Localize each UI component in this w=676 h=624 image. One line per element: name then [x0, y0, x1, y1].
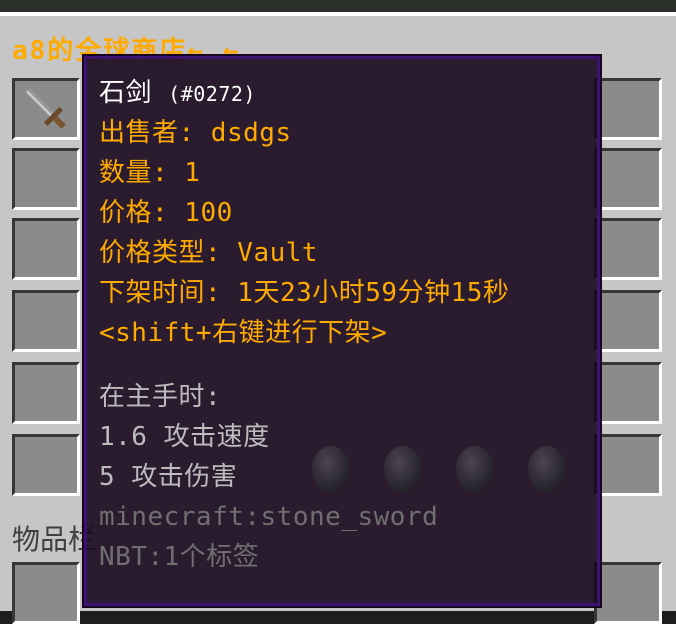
tooltip-title: 石剑 (#0272) [99, 73, 585, 113]
spawn-egg-icon [312, 446, 350, 492]
spawn-egg-icon [384, 446, 422, 492]
item-slot[interactable] [12, 148, 80, 210]
item-slot[interactable] [12, 434, 80, 496]
tooltip-spacer [99, 353, 585, 377]
registry-name: minecraft:stone_sword [99, 502, 439, 532]
item-slot[interactable] [12, 362, 80, 424]
item-slot[interactable] [594, 290, 662, 352]
spawn-egg-icon [456, 446, 494, 492]
spawn-egg-icon [528, 446, 566, 492]
seller-line: 出售者: dsdgs [99, 118, 292, 148]
quantity-line: 数量: 1 [99, 158, 201, 188]
unlist-hint-line: <shift+右键进行下架> [99, 318, 388, 348]
inventory-slot[interactable] [12, 562, 80, 624]
item-tooltip: 石剑 (#0272) 出售者: dsdgs 数量: 1 价格: 100 价格类型… [82, 54, 602, 608]
item-slot[interactable] [12, 78, 80, 140]
item-slot[interactable] [12, 290, 80, 352]
item-id: (#0272) [168, 82, 256, 106]
item-slot[interactable] [594, 362, 662, 424]
inventory-slot[interactable] [594, 562, 662, 624]
nbt-tag-count: NBT:1个标签 [99, 542, 260, 572]
item-slot[interactable] [594, 148, 662, 210]
item-name: 石剑 [99, 78, 153, 108]
background-strip [0, 0, 676, 12]
price-line: 价格: 100 [99, 198, 233, 228]
stone-sword-icon [25, 88, 66, 129]
price-type-line: 价格类型: Vault [99, 238, 319, 268]
item-slot[interactable] [594, 78, 662, 140]
item-slot[interactable] [594, 218, 662, 280]
item-slot[interactable] [12, 218, 80, 280]
expire-time-line: 下架时间: 1天23小时59分钟15秒 [99, 278, 510, 308]
item-slot[interactable] [594, 434, 662, 496]
attribute-header: 在主手时: [99, 382, 222, 412]
